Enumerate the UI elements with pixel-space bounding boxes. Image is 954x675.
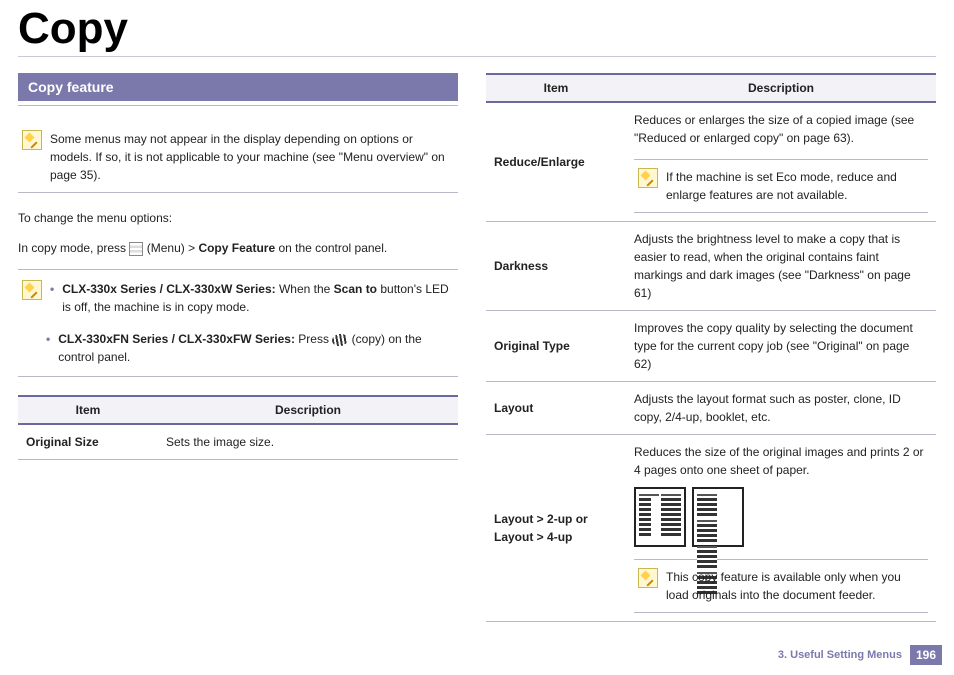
table-row: Reduce/Enlarge Reduces or enlarges the s…: [486, 102, 936, 222]
layout-a: Layout: [494, 512, 533, 526]
th-item: Item: [486, 74, 626, 102]
series2-content: CLX-330xFN Series / CLX-330xFW Series: P…: [58, 330, 454, 366]
instruction-text: In copy mode, press (Menu) > Copy Featur…: [18, 239, 458, 257]
series1-text: When the: [276, 282, 334, 296]
right-table: Item Description Reduce/Enlarge Reduces …: [486, 73, 936, 622]
cell-item: Original Size: [18, 424, 158, 460]
cell-desc: Reduces or enlarges the size of a copied…: [626, 102, 936, 222]
table-header-row: Item Description: [18, 396, 458, 424]
cell-desc: Sets the image size.: [158, 424, 458, 460]
bullet-icon: •: [46, 330, 50, 366]
series1-label: CLX-330x Series / CLX-330xW Series:: [62, 282, 275, 296]
series-row-2: • CLX-330xFN Series / CLX-330xFW Series:…: [22, 330, 454, 366]
series1-content: CLX-330x Series / CLX-330xW Series: When…: [62, 280, 454, 316]
gt2: >: [533, 530, 547, 544]
thumb-page: [697, 518, 717, 542]
instr-mid: >: [188, 241, 198, 255]
instr-feature: Copy Feature: [198, 241, 275, 255]
cell-item: Layout > 2-up or Layout > 4-up: [486, 435, 626, 622]
footer-page-number: 196: [910, 645, 942, 665]
note-text: This copy feature is available only when…: [666, 568, 924, 604]
table-row: Original Size Sets the image size.: [18, 424, 458, 460]
table-row: Layout Adjusts the layout format such as…: [486, 382, 936, 435]
instr-post: on the control panel.: [278, 241, 387, 255]
thumb-page: [697, 492, 717, 516]
th-desc: Description: [158, 396, 458, 424]
page-title: Copy: [18, 4, 936, 54]
note-icon: [638, 168, 658, 188]
layout-d: 4-up: [547, 530, 572, 544]
left-column: Copy feature Some menus may not appear i…: [18, 73, 458, 622]
series2-text: Press: [295, 332, 332, 346]
footer-chapter: 3. Useful Setting Menus: [778, 649, 902, 661]
layout-c: Layout: [494, 530, 533, 544]
footer: 3. Useful Setting Menus 196: [778, 645, 942, 665]
note-icon: [638, 568, 658, 588]
copy-icon: [331, 333, 349, 348]
cell-item: Darkness: [486, 222, 626, 311]
note-icon: [22, 280, 42, 300]
series-row-1: • CLX-330x Series / CLX-330xW Series: Wh…: [22, 280, 454, 316]
cell-desc: Adjusts the brightness level to make a c…: [626, 222, 936, 311]
th-item: Item: [18, 396, 158, 424]
th-desc: Description: [626, 74, 936, 102]
cell-item: Layout: [486, 382, 626, 435]
note-icon: [22, 130, 42, 150]
thumb-page: [661, 492, 681, 542]
series1-bold: Scan to: [334, 282, 377, 296]
inner-note: If the machine is set Eco mode, reduce a…: [634, 159, 928, 213]
series-note-box: • CLX-330x Series / CLX-330xW Series: Wh…: [18, 269, 458, 377]
left-table: Item Description Original Size Sets the …: [18, 395, 458, 460]
cell-item: Reduce/Enlarge: [486, 102, 626, 222]
gt1: >: [533, 512, 547, 526]
note-text: If the machine is set Eco mode, reduce a…: [666, 168, 924, 204]
layout-b: 2-up: [547, 512, 572, 526]
cell-desc: Adjusts the layout format such as poster…: [626, 382, 936, 435]
table-row: Darkness Adjusts the brightness level to…: [486, 222, 936, 311]
note-top: Some menus may not appear in the display…: [18, 122, 458, 193]
cell-desc: Reduces the size of the original images …: [626, 435, 936, 622]
right-column: Item Description Reduce/Enlarge Reduces …: [486, 73, 936, 622]
series2-label: CLX-330xFN Series / CLX-330xFW Series:: [58, 332, 295, 346]
thumb-4up: [692, 487, 744, 547]
table-row: Original Type Improves the copy quality …: [486, 311, 936, 382]
section-rule: [18, 105, 458, 106]
title-rule: [18, 56, 936, 57]
inner-note: This copy feature is available only when…: [634, 559, 928, 613]
thumb-2up: [634, 487, 686, 547]
table-row: Layout > 2-up or Layout > 4-up Reduces t…: [486, 435, 936, 622]
menu-icon: [129, 242, 143, 256]
thumb-page: [639, 492, 659, 542]
thumb-page: [697, 544, 717, 568]
desc-text: Reduces the size of the original images …: [634, 443, 928, 479]
note-text: Some menus may not appear in the display…: [50, 130, 450, 184]
cell-item: Original Type: [486, 311, 626, 382]
bullet-icon: •: [50, 280, 54, 316]
desc-text: Reduces or enlarges the size of a copied…: [634, 111, 928, 147]
or: or: [572, 512, 587, 526]
section-heading: Copy feature: [18, 73, 458, 101]
table-header-row: Item Description: [486, 74, 936, 102]
instr-menu: (Menu): [147, 241, 185, 255]
instr-pre: In copy mode, press: [18, 241, 129, 255]
intro-text: To change the menu options:: [18, 209, 458, 227]
cell-desc: Improves the copy quality by selecting t…: [626, 311, 936, 382]
layout-thumbnails: [634, 487, 928, 547]
